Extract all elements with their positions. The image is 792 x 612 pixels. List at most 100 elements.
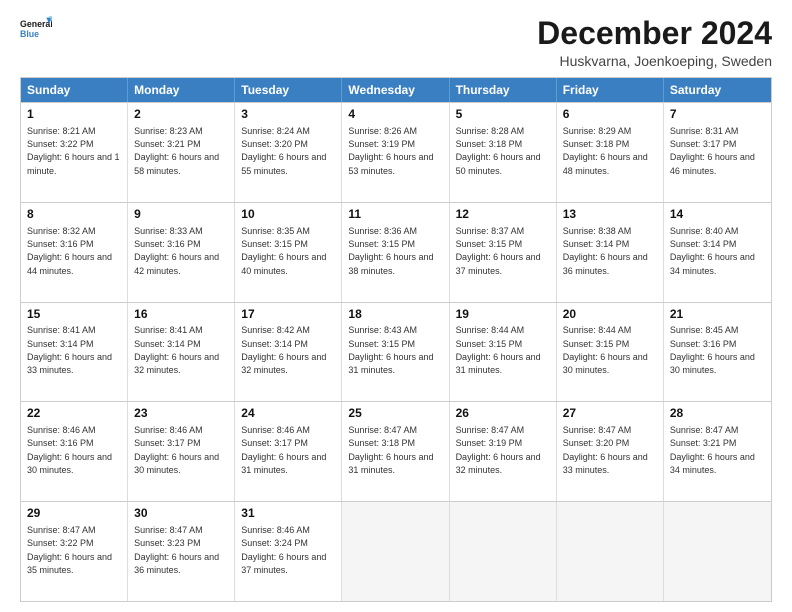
calendar-cell: 30 Sunrise: 8:47 AMSunset: 3:23 PMDaylig…: [128, 502, 235, 601]
day-number: 4: [348, 107, 442, 123]
day-number: 14: [670, 207, 765, 223]
calendar-cell: 9 Sunrise: 8:33 AMSunset: 3:16 PMDayligh…: [128, 203, 235, 302]
calendar-cell: [450, 502, 557, 601]
day-number: 6: [563, 107, 657, 123]
day-number: 3: [241, 107, 335, 123]
day-number: 11: [348, 207, 442, 223]
calendar-cell: 8 Sunrise: 8:32 AMSunset: 3:16 PMDayligh…: [21, 203, 128, 302]
day-number: 17: [241, 307, 335, 323]
day-number: 15: [27, 307, 121, 323]
cell-info: Sunrise: 8:42 AMSunset: 3:14 PMDaylight:…: [241, 325, 326, 375]
day-number: 19: [456, 307, 550, 323]
day-number: 2: [134, 107, 228, 123]
calendar-cell: 1 Sunrise: 8:21 AMSunset: 3:22 PMDayligh…: [21, 103, 128, 202]
logo-icon: General Blue: [20, 16, 52, 48]
day-number: 1: [27, 107, 121, 123]
calendar-cell: 24 Sunrise: 8:46 AMSunset: 3:17 PMDaylig…: [235, 402, 342, 501]
calendar-cell: 29 Sunrise: 8:47 AMSunset: 3:22 PMDaylig…: [21, 502, 128, 601]
cell-info: Sunrise: 8:47 AMSunset: 3:18 PMDaylight:…: [348, 425, 433, 475]
svg-text:General: General: [20, 19, 52, 29]
calendar-cell: [342, 502, 449, 601]
calendar-cell: [557, 502, 664, 601]
calendar-header-cell: Sunday: [21, 78, 128, 102]
day-number: 25: [348, 406, 442, 422]
day-number: 16: [134, 307, 228, 323]
cell-info: Sunrise: 8:47 AMSunset: 3:20 PMDaylight:…: [563, 425, 648, 475]
calendar-cell: 22 Sunrise: 8:46 AMSunset: 3:16 PMDaylig…: [21, 402, 128, 501]
cell-info: Sunrise: 8:47 AMSunset: 3:19 PMDaylight:…: [456, 425, 541, 475]
cell-info: Sunrise: 8:44 AMSunset: 3:15 PMDaylight:…: [563, 325, 648, 375]
cell-info: Sunrise: 8:32 AMSunset: 3:16 PMDaylight:…: [27, 226, 112, 276]
header: General Blue December 2024 Huskvarna, Jo…: [20, 16, 772, 69]
svg-text:Blue: Blue: [20, 29, 39, 39]
calendar-week: 8 Sunrise: 8:32 AMSunset: 3:16 PMDayligh…: [21, 202, 771, 302]
cell-info: Sunrise: 8:28 AMSunset: 3:18 PMDaylight:…: [456, 126, 541, 176]
calendar-cell: 26 Sunrise: 8:47 AMSunset: 3:19 PMDaylig…: [450, 402, 557, 501]
cell-info: Sunrise: 8:21 AMSunset: 3:22 PMDaylight:…: [27, 126, 120, 176]
cell-info: Sunrise: 8:26 AMSunset: 3:19 PMDaylight:…: [348, 126, 433, 176]
cell-info: Sunrise: 8:38 AMSunset: 3:14 PMDaylight:…: [563, 226, 648, 276]
calendar-cell: 21 Sunrise: 8:45 AMSunset: 3:16 PMDaylig…: [664, 303, 771, 402]
cell-info: Sunrise: 8:46 AMSunset: 3:17 PMDaylight:…: [134, 425, 219, 475]
cell-info: Sunrise: 8:43 AMSunset: 3:15 PMDaylight:…: [348, 325, 433, 375]
calendar-cell: 23 Sunrise: 8:46 AMSunset: 3:17 PMDaylig…: [128, 402, 235, 501]
cell-info: Sunrise: 8:44 AMSunset: 3:15 PMDaylight:…: [456, 325, 541, 375]
day-number: 9: [134, 207, 228, 223]
cell-info: Sunrise: 8:24 AMSunset: 3:20 PMDaylight:…: [241, 126, 326, 176]
cell-info: Sunrise: 8:47 AMSunset: 3:21 PMDaylight:…: [670, 425, 755, 475]
day-number: 23: [134, 406, 228, 422]
cell-info: Sunrise: 8:45 AMSunset: 3:16 PMDaylight:…: [670, 325, 755, 375]
calendar-week: 1 Sunrise: 8:21 AMSunset: 3:22 PMDayligh…: [21, 102, 771, 202]
calendar-cell: 10 Sunrise: 8:35 AMSunset: 3:15 PMDaylig…: [235, 203, 342, 302]
cell-info: Sunrise: 8:35 AMSunset: 3:15 PMDaylight:…: [241, 226, 326, 276]
calendar-cell: 19 Sunrise: 8:44 AMSunset: 3:15 PMDaylig…: [450, 303, 557, 402]
calendar-body: 1 Sunrise: 8:21 AMSunset: 3:22 PMDayligh…: [21, 102, 771, 601]
calendar-cell: 13 Sunrise: 8:38 AMSunset: 3:14 PMDaylig…: [557, 203, 664, 302]
calendar-cell: 14 Sunrise: 8:40 AMSunset: 3:14 PMDaylig…: [664, 203, 771, 302]
day-number: 24: [241, 406, 335, 422]
title-block: December 2024 Huskvarna, Joenkoeping, Sw…: [537, 16, 772, 69]
day-number: 22: [27, 406, 121, 422]
calendar-cell: 27 Sunrise: 8:47 AMSunset: 3:20 PMDaylig…: [557, 402, 664, 501]
day-number: 5: [456, 107, 550, 123]
day-number: 29: [27, 506, 121, 522]
calendar-week: 15 Sunrise: 8:41 AMSunset: 3:14 PMDaylig…: [21, 302, 771, 402]
day-number: 7: [670, 107, 765, 123]
calendar-header-cell: Monday: [128, 78, 235, 102]
calendar-cell: 11 Sunrise: 8:36 AMSunset: 3:15 PMDaylig…: [342, 203, 449, 302]
calendar-cell: 4 Sunrise: 8:26 AMSunset: 3:19 PMDayligh…: [342, 103, 449, 202]
calendar-cell: [664, 502, 771, 601]
calendar-header-cell: Tuesday: [235, 78, 342, 102]
cell-info: Sunrise: 8:33 AMSunset: 3:16 PMDaylight:…: [134, 226, 219, 276]
day-number: 21: [670, 307, 765, 323]
calendar: SundayMondayTuesdayWednesdayThursdayFrid…: [20, 77, 772, 602]
day-number: 30: [134, 506, 228, 522]
day-number: 26: [456, 406, 550, 422]
cell-info: Sunrise: 8:37 AMSunset: 3:15 PMDaylight:…: [456, 226, 541, 276]
cell-info: Sunrise: 8:46 AMSunset: 3:24 PMDaylight:…: [241, 525, 326, 575]
day-number: 20: [563, 307, 657, 323]
day-number: 13: [563, 207, 657, 223]
calendar-week: 29 Sunrise: 8:47 AMSunset: 3:22 PMDaylig…: [21, 501, 771, 601]
calendar-cell: 6 Sunrise: 8:29 AMSunset: 3:18 PMDayligh…: [557, 103, 664, 202]
day-number: 10: [241, 207, 335, 223]
cell-info: Sunrise: 8:40 AMSunset: 3:14 PMDaylight:…: [670, 226, 755, 276]
day-number: 31: [241, 506, 335, 522]
calendar-header-cell: Saturday: [664, 78, 771, 102]
cell-info: Sunrise: 8:23 AMSunset: 3:21 PMDaylight:…: [134, 126, 219, 176]
calendar-cell: 18 Sunrise: 8:43 AMSunset: 3:15 PMDaylig…: [342, 303, 449, 402]
calendar-cell: 5 Sunrise: 8:28 AMSunset: 3:18 PMDayligh…: [450, 103, 557, 202]
cell-info: Sunrise: 8:41 AMSunset: 3:14 PMDaylight:…: [134, 325, 219, 375]
calendar-cell: 3 Sunrise: 8:24 AMSunset: 3:20 PMDayligh…: [235, 103, 342, 202]
cell-info: Sunrise: 8:47 AMSunset: 3:22 PMDaylight:…: [27, 525, 112, 575]
calendar-week: 22 Sunrise: 8:46 AMSunset: 3:16 PMDaylig…: [21, 401, 771, 501]
day-number: 8: [27, 207, 121, 223]
day-number: 18: [348, 307, 442, 323]
calendar-header-cell: Wednesday: [342, 78, 449, 102]
calendar-cell: 28 Sunrise: 8:47 AMSunset: 3:21 PMDaylig…: [664, 402, 771, 501]
cell-info: Sunrise: 8:29 AMSunset: 3:18 PMDaylight:…: [563, 126, 648, 176]
calendar-cell: 16 Sunrise: 8:41 AMSunset: 3:14 PMDaylig…: [128, 303, 235, 402]
page: General Blue December 2024 Huskvarna, Jo…: [0, 0, 792, 612]
calendar-cell: 25 Sunrise: 8:47 AMSunset: 3:18 PMDaylig…: [342, 402, 449, 501]
cell-info: Sunrise: 8:31 AMSunset: 3:17 PMDaylight:…: [670, 126, 755, 176]
